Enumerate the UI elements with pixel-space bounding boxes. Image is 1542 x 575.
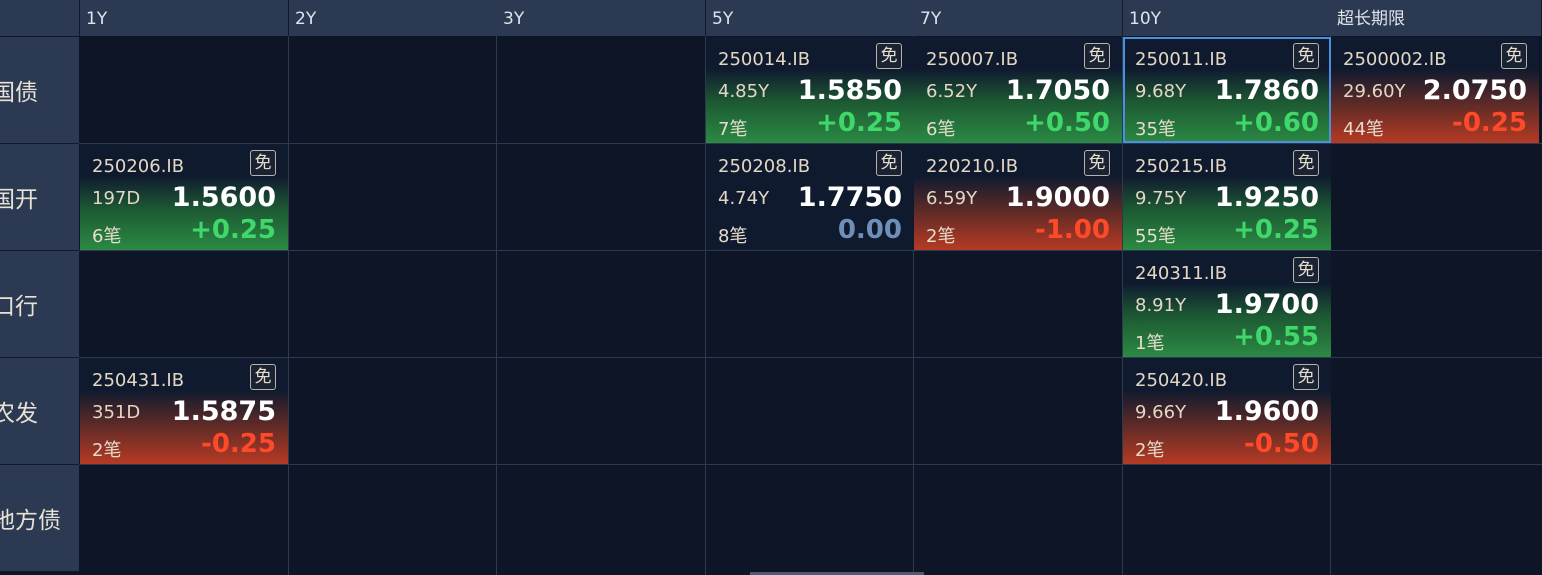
yield-change: +0.25	[1233, 215, 1319, 245]
yield-value: 1.5600	[171, 182, 276, 213]
grid-hline	[79, 464, 1542, 465]
tax-exempt-badge: 免	[1501, 43, 1527, 69]
remaining-term: 351D	[92, 402, 141, 423]
yield-change: +0.55	[1233, 322, 1319, 352]
grid-vline	[288, 36, 289, 575]
bond-code: 250431.IB	[92, 370, 185, 391]
bond-code: 250420.IB	[1135, 370, 1228, 391]
yield-change: +0.25	[190, 215, 276, 245]
yield-value: 1.7750	[797, 182, 902, 213]
yield-value: 1.7050	[1005, 75, 1110, 106]
yield-value: 1.9250	[1214, 182, 1319, 213]
yield-change: +0.50	[1024, 108, 1110, 138]
bond-code: 250014.IB	[718, 49, 811, 70]
yield-change: +0.25	[816, 108, 902, 138]
trade-count: 2笔	[92, 440, 122, 461]
yield-change: -0.50	[1244, 429, 1319, 459]
tax-exempt-badge: 免	[1084, 43, 1110, 69]
quote-cell[interactable]: 250014.IB 免 4.85Y 1.5850 7笔 +0.25	[706, 37, 914, 143]
yield-value: 1.7860	[1214, 75, 1319, 106]
trade-count: 7笔	[718, 119, 748, 140]
yield-change: -1.00	[1035, 215, 1110, 245]
yield-change: 0.00	[837, 215, 902, 245]
trade-count: 1笔	[1135, 333, 1165, 354]
row-header-4[interactable]: 地方债	[0, 465, 79, 572]
tax-exempt-badge: 免	[1293, 364, 1319, 390]
quote-cell[interactable]: 250215.IB 免 9.75Y 1.9250 55笔 +0.25	[1123, 144, 1331, 250]
quote-cell[interactable]: 250206.IB 免 197D 1.5600 6笔 +0.25	[80, 144, 288, 250]
tax-exempt-badge: 免	[1293, 43, 1319, 69]
quote-cell[interactable]: 250431.IB 免 351D 1.5875 2笔 -0.25	[80, 358, 288, 464]
remaining-term: 9.66Y	[1135, 402, 1187, 423]
bond-code: 250007.IB	[926, 49, 1019, 70]
row-header-1[interactable]: 国开	[0, 144, 79, 251]
bond-code: 250215.IB	[1135, 156, 1228, 177]
column-header-2[interactable]: 3Y	[497, 0, 706, 36]
tax-exempt-badge: 免	[876, 150, 902, 176]
tax-exempt-badge: 免	[1293, 257, 1319, 283]
yield-change: -0.25	[1452, 108, 1527, 138]
trade-count: 2笔	[1135, 440, 1165, 461]
quote-cell[interactable]: 250208.IB 免 4.74Y 1.7750 8笔 0.00	[706, 144, 914, 250]
yield-change: +0.60	[1233, 108, 1319, 138]
quote-cell[interactable]: 250011.IB 免 9.68Y 1.7860 35笔 +0.60	[1123, 37, 1331, 143]
yield-value: 1.9700	[1214, 289, 1319, 320]
row-header-2[interactable]: 口行	[0, 251, 79, 358]
remaining-term: 29.60Y	[1343, 81, 1406, 102]
yield-value: 1.9600	[1214, 396, 1319, 427]
remaining-term: 197D	[92, 188, 141, 209]
trade-count: 44笔	[1343, 119, 1384, 140]
remaining-term: 6.59Y	[926, 188, 978, 209]
tax-exempt-badge: 免	[876, 43, 902, 69]
yield-value: 1.9000	[1005, 182, 1110, 213]
grid-vline	[496, 36, 497, 575]
row-header-label: 国债	[0, 80, 38, 106]
yield-value: 1.5850	[797, 75, 902, 106]
quote-cell[interactable]: 250420.IB 免 9.66Y 1.9600 2笔 -0.50	[1123, 358, 1331, 464]
column-header-6[interactable]: 超长期限	[1331, 0, 1542, 36]
bond-code: 250011.IB	[1135, 49, 1228, 70]
trade-count: 2笔	[926, 226, 956, 247]
row-header-0[interactable]: 国债	[0, 37, 79, 144]
remaining-term: 6.52Y	[926, 81, 978, 102]
row-header-label: 国开	[0, 187, 38, 213]
remaining-term: 4.74Y	[718, 188, 770, 209]
tax-exempt-badge: 免	[250, 150, 276, 176]
column-header-0[interactable]: 1Y	[80, 0, 289, 36]
column-header-5[interactable]: 10Y	[1123, 0, 1332, 36]
row-header-label: 口行	[0, 294, 38, 320]
bond-code: 250208.IB	[718, 156, 811, 177]
yield-value: 2.0750	[1422, 75, 1527, 106]
remaining-term: 4.85Y	[718, 81, 770, 102]
quote-cell[interactable]: 240311.IB 免 8.91Y 1.9700 1笔 +0.55	[1123, 251, 1331, 357]
column-header-3[interactable]: 5Y	[706, 0, 915, 36]
row-header-3[interactable]: 农发	[0, 358, 79, 465]
remaining-term: 8.91Y	[1135, 295, 1187, 316]
yield-value: 1.5875	[171, 396, 276, 427]
tax-exempt-badge: 免	[1293, 150, 1319, 176]
trade-count: 6笔	[926, 119, 956, 140]
grid-corner	[0, 0, 80, 36]
tax-exempt-badge: 免	[250, 364, 276, 390]
tax-exempt-badge: 免	[1084, 150, 1110, 176]
row-header-label: 农发	[0, 401, 38, 427]
remaining-term: 9.68Y	[1135, 81, 1187, 102]
trade-count: 6笔	[92, 226, 122, 247]
column-header-4[interactable]: 7Y	[914, 0, 1123, 36]
remaining-term: 9.75Y	[1135, 188, 1187, 209]
quote-cell[interactable]: 250007.IB 免 6.52Y 1.7050 6笔 +0.50	[914, 37, 1122, 143]
yield-change: -0.25	[201, 429, 276, 459]
bond-code: 220210.IB	[926, 156, 1019, 177]
bond-code: 250206.IB	[92, 156, 185, 177]
bond-code: 2500002.IB	[1343, 49, 1447, 70]
bond-code: 240311.IB	[1135, 263, 1228, 284]
column-header-1[interactable]: 2Y	[289, 0, 498, 36]
bond-quote-grid: 1Y2Y3Y5Y7Y10Y超长期限国债国开口行农发地方债 250014.IB 免 4.…	[0, 0, 1542, 575]
row-header-label: 地方债	[0, 508, 61, 534]
trade-count: 55笔	[1135, 226, 1176, 247]
trade-count: 35笔	[1135, 119, 1176, 140]
quote-cell[interactable]: 220210.IB 免 6.59Y 1.9000 2笔 -1.00	[914, 144, 1122, 250]
trade-count: 8笔	[718, 226, 748, 247]
quote-cell[interactable]: 2500002.IB 免 29.60Y 2.0750 44笔 -0.25	[1331, 37, 1539, 143]
